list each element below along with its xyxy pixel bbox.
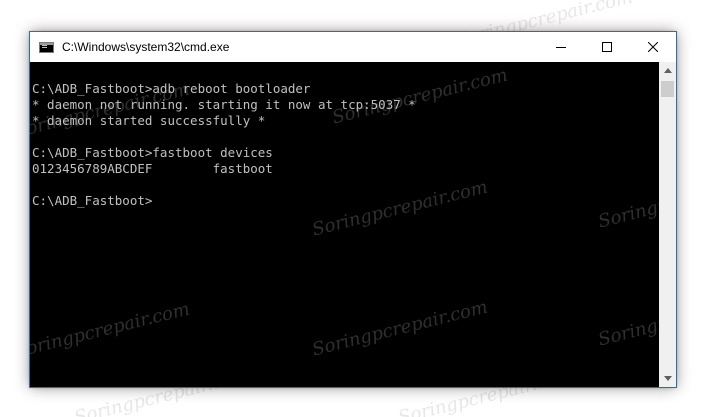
window-title: C:\Windows\system32\cmd.exe xyxy=(62,40,230,54)
terminal-line: 0123456789ABCDEF fastboot xyxy=(32,161,273,176)
terminal-line: C:\ADB_Fastboot> xyxy=(32,193,153,208)
maximize-button[interactable] xyxy=(584,32,630,62)
scroll-thumb[interactable] xyxy=(661,81,674,97)
minimize-button[interactable] xyxy=(538,32,584,62)
maximize-icon xyxy=(602,42,612,52)
scroll-up-button[interactable] xyxy=(659,62,676,79)
cmd-window: C:\Windows\system32\cmd.exe C:\ADB_Fastb… xyxy=(29,31,677,388)
terminal-line: C:\ADB_Fastboot>fastboot devices xyxy=(32,145,273,160)
title-bar[interactable]: C:\Windows\system32\cmd.exe xyxy=(30,32,676,62)
minimize-icon xyxy=(556,47,566,48)
screenshot-stage: Soringpcrepair.com Soringpcrepair.com So… xyxy=(0,0,710,417)
watermark: Soringpcrepair.com xyxy=(30,298,192,363)
terminal-output[interactable]: C:\ADB_Fastboot>adb reboot bootloader * … xyxy=(30,62,659,387)
window-controls xyxy=(538,32,676,62)
watermark: Soringpcrepair.com xyxy=(596,286,659,351)
scroll-down-button[interactable] xyxy=(659,370,676,387)
watermark: Soringpcrepair.com xyxy=(596,168,659,233)
vertical-scrollbar[interactable] xyxy=(659,62,676,387)
close-button[interactable] xyxy=(630,32,676,62)
cmd-app-icon[interactable] xyxy=(39,41,54,53)
terminal-line: * daemon started successfully * xyxy=(32,113,266,128)
watermark: Soringpcrepair.com xyxy=(310,176,490,241)
chevron-down-icon xyxy=(663,376,672,381)
watermark: Soringpcrepair.com xyxy=(310,296,490,361)
terminal-line: * daemon not running. starting it now at… xyxy=(32,97,416,112)
chevron-up-icon xyxy=(663,68,672,73)
close-icon xyxy=(648,42,658,52)
terminal-line: C:\ADB_Fastboot>adb reboot bootloader xyxy=(32,81,311,96)
